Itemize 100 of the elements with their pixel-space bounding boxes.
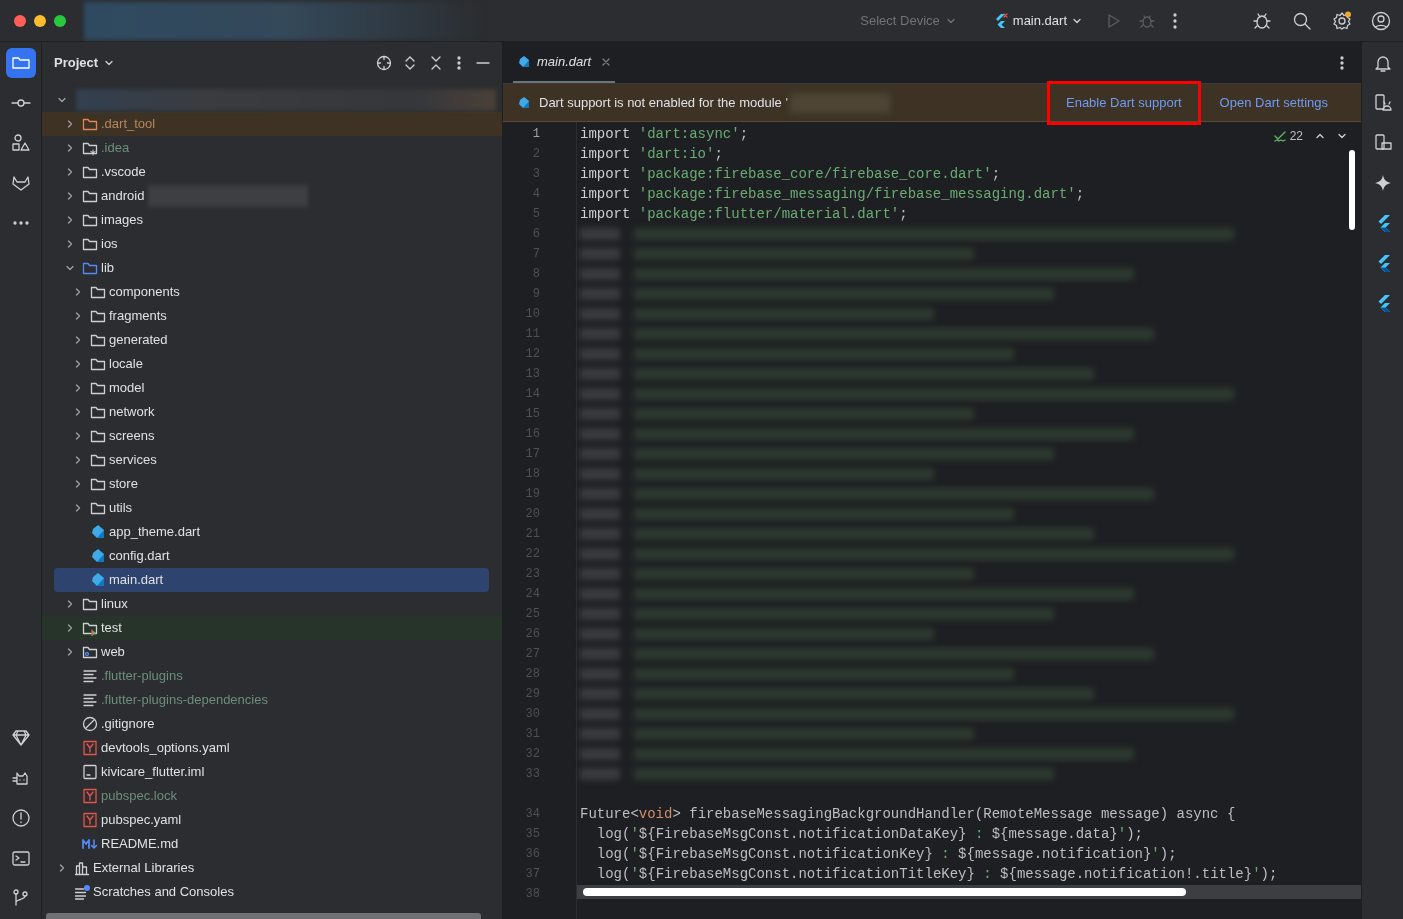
tree-item[interactable]: web [54,640,489,664]
chevron-right-icon[interactable] [65,215,75,225]
chevron-right-icon[interactable] [73,503,83,513]
chevron-right-icon[interactable] [57,863,67,873]
dart-icon [90,548,106,564]
tree-item[interactable]: kivicare_flutter.iml [54,760,489,784]
terminal-icon [10,848,31,868]
close-window-button[interactable] [14,14,26,27]
settings-icon[interactable] [1332,10,1352,31]
phone-icon [1372,133,1393,153]
chevron-right-icon[interactable] [73,335,83,345]
banner-link[interactable]: Open Dart settings [1200,80,1347,125]
chevron-up-icon[interactable] [1315,131,1325,141]
chevron-right-icon[interactable] [65,239,75,249]
tree-item[interactable]: .idea [54,136,489,160]
tree-item[interactable]: Scratches and Consoles [54,880,489,904]
folder-icon [82,596,98,612]
minimize-window-button[interactable] [34,14,46,27]
horizontal-scrollbar[interactable] [46,913,481,919]
chevron-right-icon[interactable] [65,119,75,129]
tree-item[interactable]: components [54,280,489,304]
chevron-right-icon[interactable] [73,407,83,417]
tree-item[interactable]: services [54,448,489,472]
tree-item[interactable]: android [54,184,489,208]
folder-icon [90,404,106,420]
folder-icon [90,500,106,516]
chevron-right-icon[interactable] [73,287,83,297]
chevron-right-icon[interactable] [65,599,75,609]
branch-icon [10,888,31,908]
tree-item[interactable]: test [54,616,489,640]
dart-icon [90,572,106,588]
chevron-right-icon[interactable] [73,431,83,441]
check-icon [1272,129,1287,143]
scratch-file-icon [74,884,90,900]
tree-item[interactable]: .gitignore [54,712,489,736]
tree-item[interactable]: External Libraries [54,856,489,880]
tree-item[interactable]: README.md [54,832,489,856]
crosshair-icon[interactable] [376,55,392,71]
chevron-down-icon[interactable] [65,263,75,273]
close-icon[interactable] [601,56,612,67]
dart-icon [90,524,106,540]
tree-item[interactable]: .flutter-plugins-dependencies [54,688,489,712]
tree-item[interactable]: model [54,376,489,400]
zoom-window-button[interactable] [54,14,66,27]
banner-link[interactable]: Enable Dart support [1047,80,1201,125]
tree-item[interactable]: utils [54,496,489,520]
tree-item[interactable]: app_theme.dart [54,520,489,544]
more-icon[interactable] [456,55,462,71]
run-config-selector[interactable]: main.dart [991,10,1082,31]
tree-item[interactable]: config.dart [54,544,489,568]
horizontal-scrollbar[interactable] [577,885,1361,899]
yaml-file-icon [82,788,98,804]
tree-item[interactable]: linux [54,592,489,616]
tool-window-button[interactable] [5,48,36,78]
markdown-icon [82,836,98,852]
chevron-right-icon[interactable] [73,359,83,369]
chevron-right-icon[interactable] [65,191,75,201]
chevron-right-icon[interactable] [73,311,83,321]
more-icon[interactable] [1172,11,1178,30]
account-icon[interactable] [1371,10,1391,31]
tree-item[interactable]: .vscode [54,160,489,184]
folder-icon [90,284,106,300]
folder-icon [90,476,106,492]
tree-item[interactable]: locale [54,352,489,376]
chevron-right-icon[interactable] [73,455,83,465]
tree-item[interactable]: ios [54,232,489,256]
caret-icon [104,58,115,68]
folder-test-icon [82,620,98,636]
tree-item[interactable]: devtools_options.yaml [54,736,489,760]
code-line: import 'dart:async'; [580,125,749,144]
vertical-scrollbar[interactable] [1349,150,1355,230]
chevron-right-icon[interactable] [73,383,83,393]
tree-item[interactable]: network [54,400,489,424]
folder-icon [82,236,98,252]
tree-item[interactable]: .dart_tool [54,112,489,136]
dart-icon [517,54,531,69]
search-icon[interactable] [1292,10,1312,31]
folder-web-icon [82,644,98,660]
tree-item[interactable]: store [54,472,489,496]
chevron-down-icon[interactable] [57,95,67,105]
chevron-right-icon[interactable] [65,167,75,177]
tree-item[interactable]: generated [54,328,489,352]
tree-item[interactable]: .flutter-plugins [54,664,489,688]
more-icon[interactable] [1339,54,1345,71]
project-view-selector[interactable]: Project [54,53,115,73]
chevron-down-icon[interactable] [1337,131,1347,141]
banner-message: Dart support is not enabled for the module ' [539,93,788,112]
tree-item[interactable]: images [54,208,489,232]
tree-item[interactable]: fragments [54,304,489,328]
chevron-right-icon[interactable] [65,143,75,153]
chevron-right-icon[interactable] [65,623,75,633]
tree-item[interactable]: pubspec.yaml [54,808,489,832]
chevron-right-icon[interactable] [73,479,83,489]
tree-item[interactable]: lib [54,256,489,280]
text-file-icon [82,668,98,684]
tree-item[interactable]: pubspec.lock [54,784,489,808]
inspection-count[interactable]: 22 [1272,127,1303,145]
tree-item[interactable]: screens [54,424,489,448]
tree-item[interactable]: main.dart [54,568,489,592]
chevron-right-icon[interactable] [65,647,75,657]
